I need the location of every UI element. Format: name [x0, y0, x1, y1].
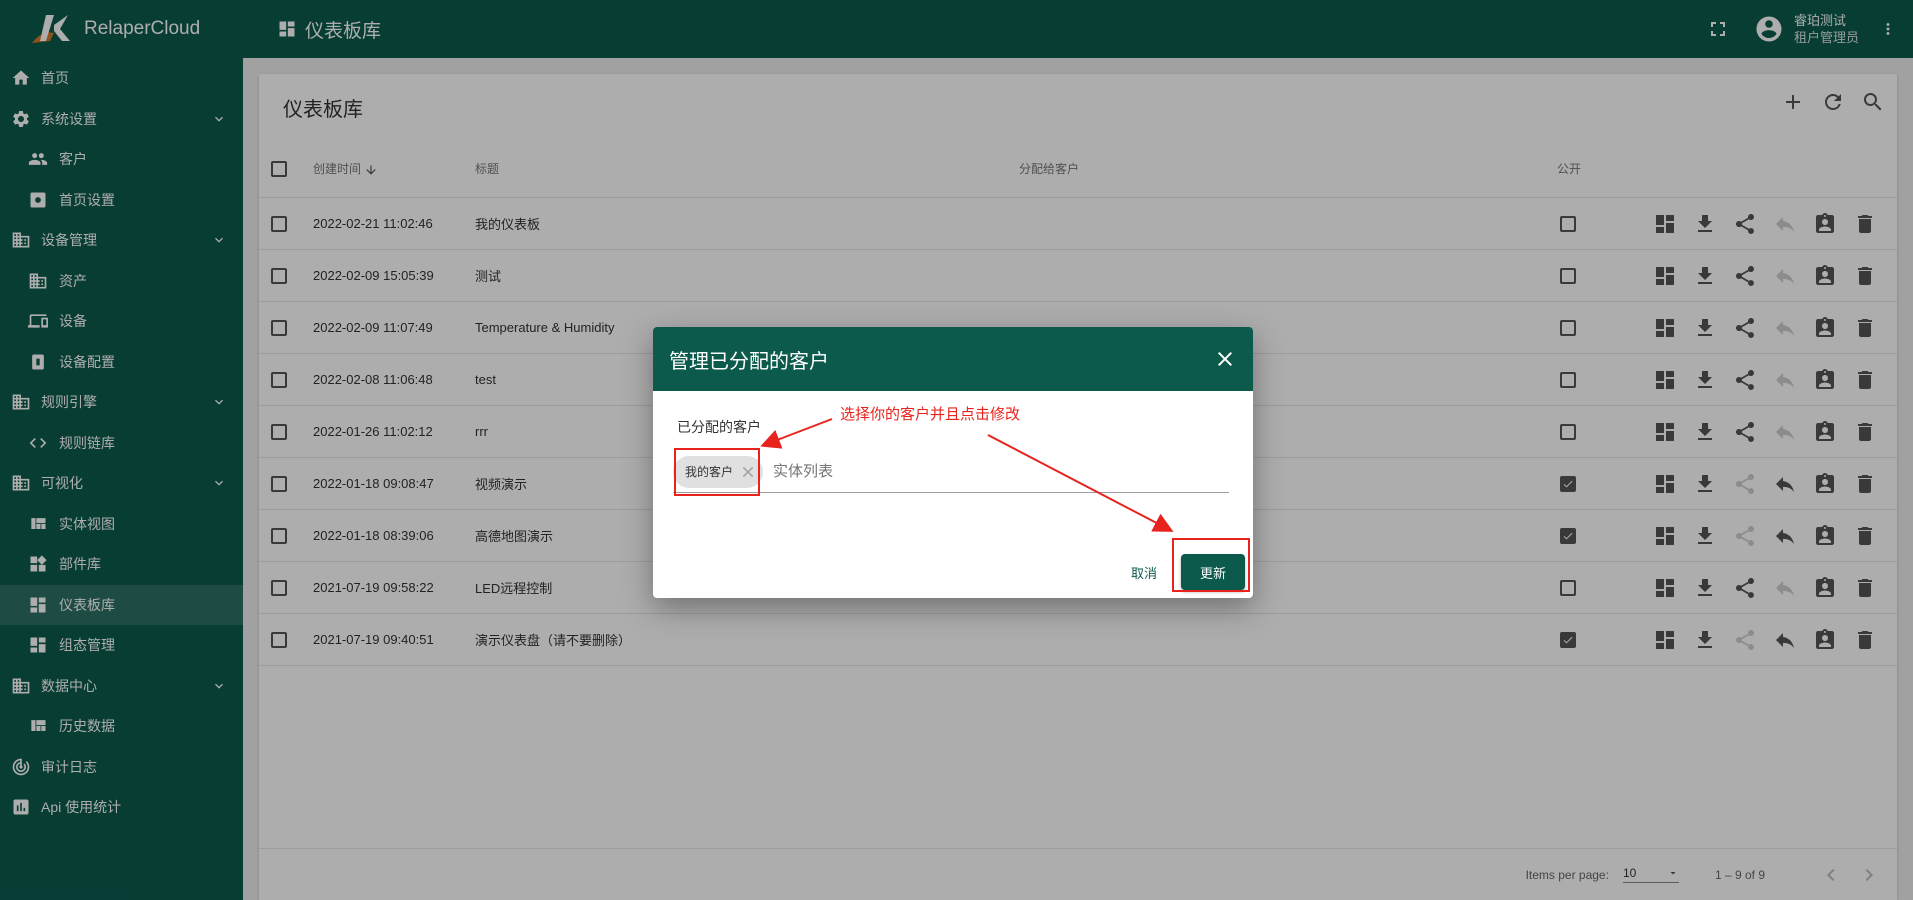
cancel-button[interactable]: 取消: [1123, 555, 1165, 590]
annotation-box-update: [1172, 538, 1250, 592]
close-icon[interactable]: [1213, 347, 1237, 371]
dialog-header: 管理已分配的客户: [653, 327, 1253, 391]
dialog-title: 管理已分配的客户: [669, 350, 829, 373]
annotation-text: 选择你的客户并且点击修改: [840, 406, 1021, 423]
entity-list-input[interactable]: [773, 463, 1074, 480]
annotation-box-chip: [674, 448, 760, 496]
